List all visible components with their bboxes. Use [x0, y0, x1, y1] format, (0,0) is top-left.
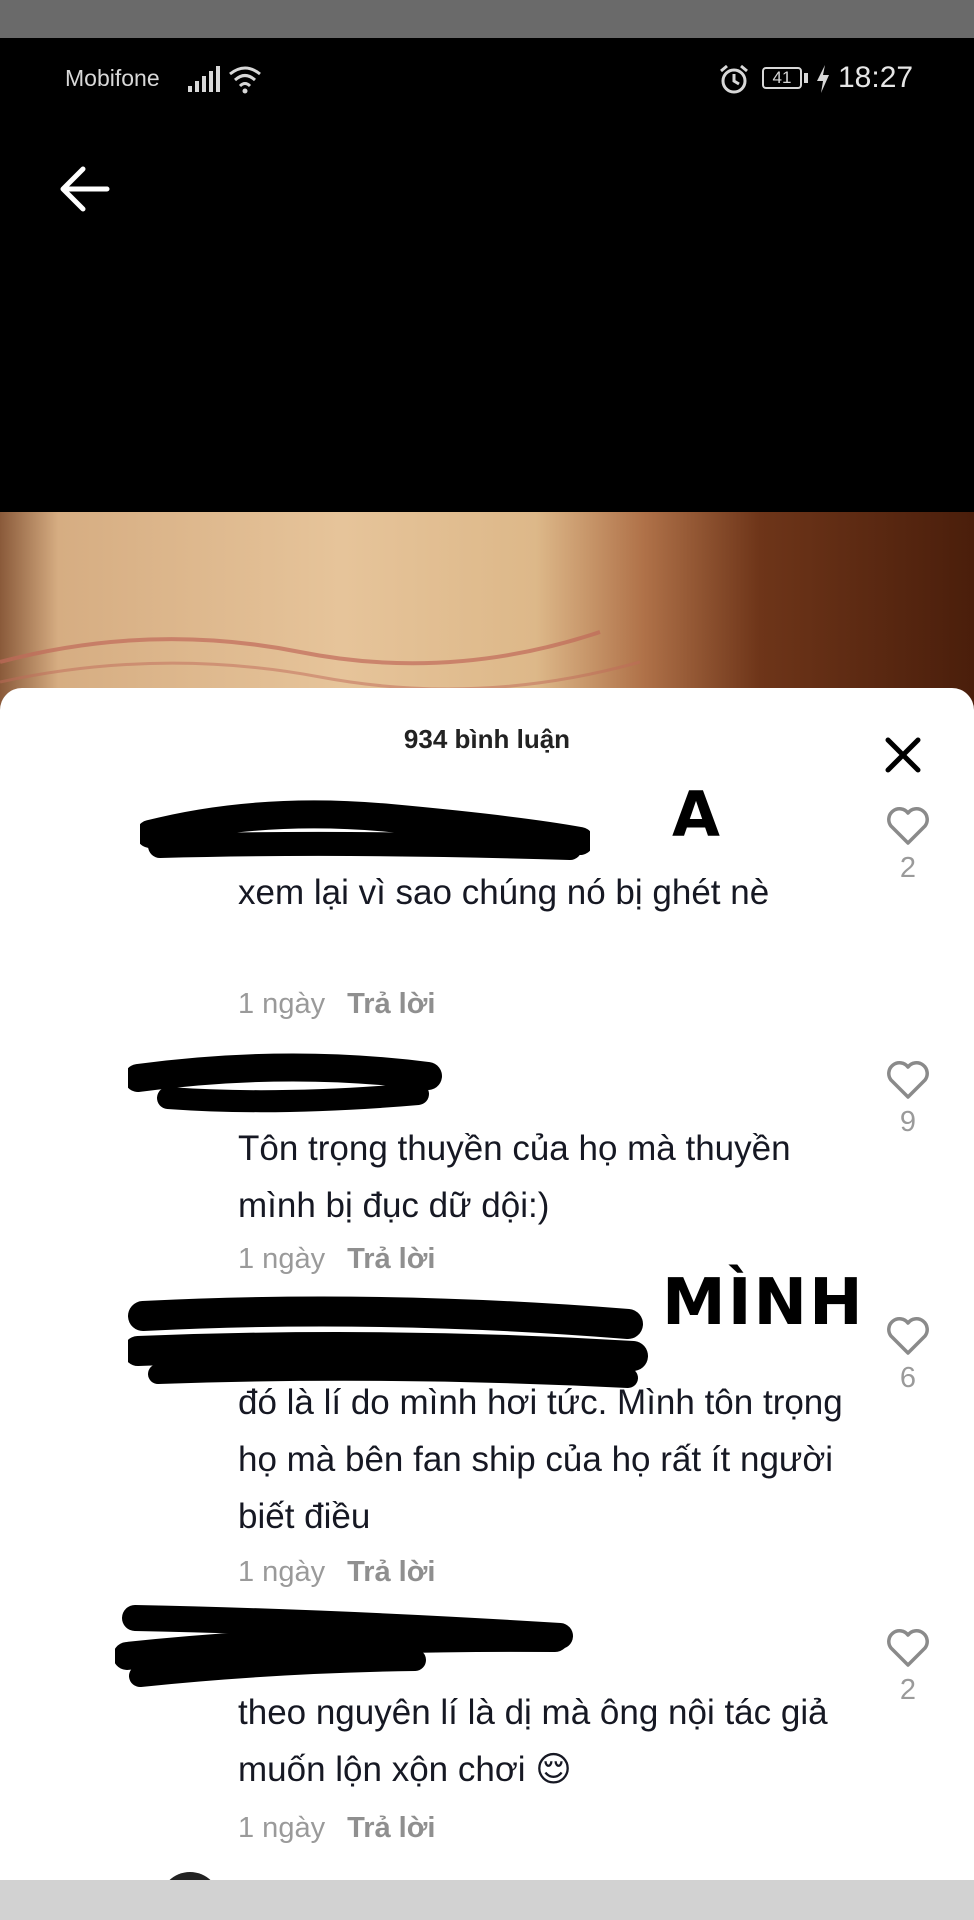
comment-time: 1 ngày — [238, 1556, 326, 1588]
like-count: 2 — [899, 1674, 917, 1706]
status-time: 18:27 — [838, 61, 914, 94]
redacted-username — [115, 1605, 573, 1687]
comment-count-title: 934 bình luận — [403, 724, 571, 754]
charging-icon — [817, 65, 829, 93]
heart-icon[interactable] — [886, 806, 930, 846]
reply-button[interactable]: Trả lời — [347, 1243, 435, 1275]
comments-sheet: 934 bình luận A xem lại vì sao chúng nó … — [0, 688, 974, 1880]
comment-time: 1 ngày — [238, 988, 326, 1020]
comment-time: 1 ngày — [238, 1812, 326, 1844]
heart-icon[interactable] — [886, 1628, 930, 1668]
comment-time: 1 ngày — [238, 1243, 326, 1275]
like-control[interactable]: 9 — [884, 1060, 932, 1139]
like-count: 2 — [899, 852, 917, 884]
battery-icon: 41 — [762, 67, 802, 89]
battery-level: 41 — [772, 68, 792, 87]
heart-icon[interactable] — [886, 1060, 930, 1100]
like-control[interactable]: 6 — [884, 1316, 932, 1395]
comment-meta: 1 ngày Trả lời — [238, 1556, 435, 1589]
comment-meta: 1 ngày Trả lời — [238, 1812, 435, 1845]
back-arrow-icon[interactable] — [55, 160, 113, 218]
comment-meta: 1 ngày Trả lời — [238, 988, 435, 1021]
like-count: 9 — [899, 1106, 917, 1138]
comment-text: xem lại vì sao chúng nó bị ghét nè — [238, 873, 770, 912]
top-strip — [0, 0, 974, 38]
like-control[interactable]: 2 — [884, 1628, 932, 1707]
comment-text: theo nguyên lí là dị mà ông nội tác giả … — [238, 1693, 828, 1789]
heart-icon[interactable] — [886, 1316, 930, 1356]
reply-button[interactable]: Trả lời — [347, 1812, 435, 1844]
close-icon[interactable] — [880, 732, 926, 778]
like-control[interactable]: 2 — [884, 806, 932, 885]
redacted-username — [128, 1053, 442, 1113]
reply-button[interactable]: Trả lời — [347, 988, 435, 1020]
alarm-icon — [720, 64, 748, 94]
comment-text: Tôn trọng thuyền của họ mà thuyền mình b… — [238, 1129, 791, 1225]
reply-button[interactable]: Trả lời — [347, 1556, 435, 1588]
wifi-icon — [229, 66, 261, 94]
handwritten-annotation: A — [672, 778, 720, 851]
like-count: 6 — [899, 1362, 917, 1394]
video-preview[interactable] — [0, 512, 974, 712]
carrier-name: Mobifone — [65, 65, 160, 91]
battery-tip — [804, 73, 808, 83]
comment-text: đó là lí do mình hơi tức. Mình tôn trọng… — [238, 1383, 843, 1536]
handwritten-annotation: MÌNH — [662, 1266, 865, 1340]
signal-icon — [188, 66, 222, 92]
bottom-bar — [0, 1880, 974, 1920]
comment-meta: 1 ngày Trả lời — [238, 1243, 435, 1276]
status-bar: Mobifone 41 18:27 — [0, 38, 974, 118]
